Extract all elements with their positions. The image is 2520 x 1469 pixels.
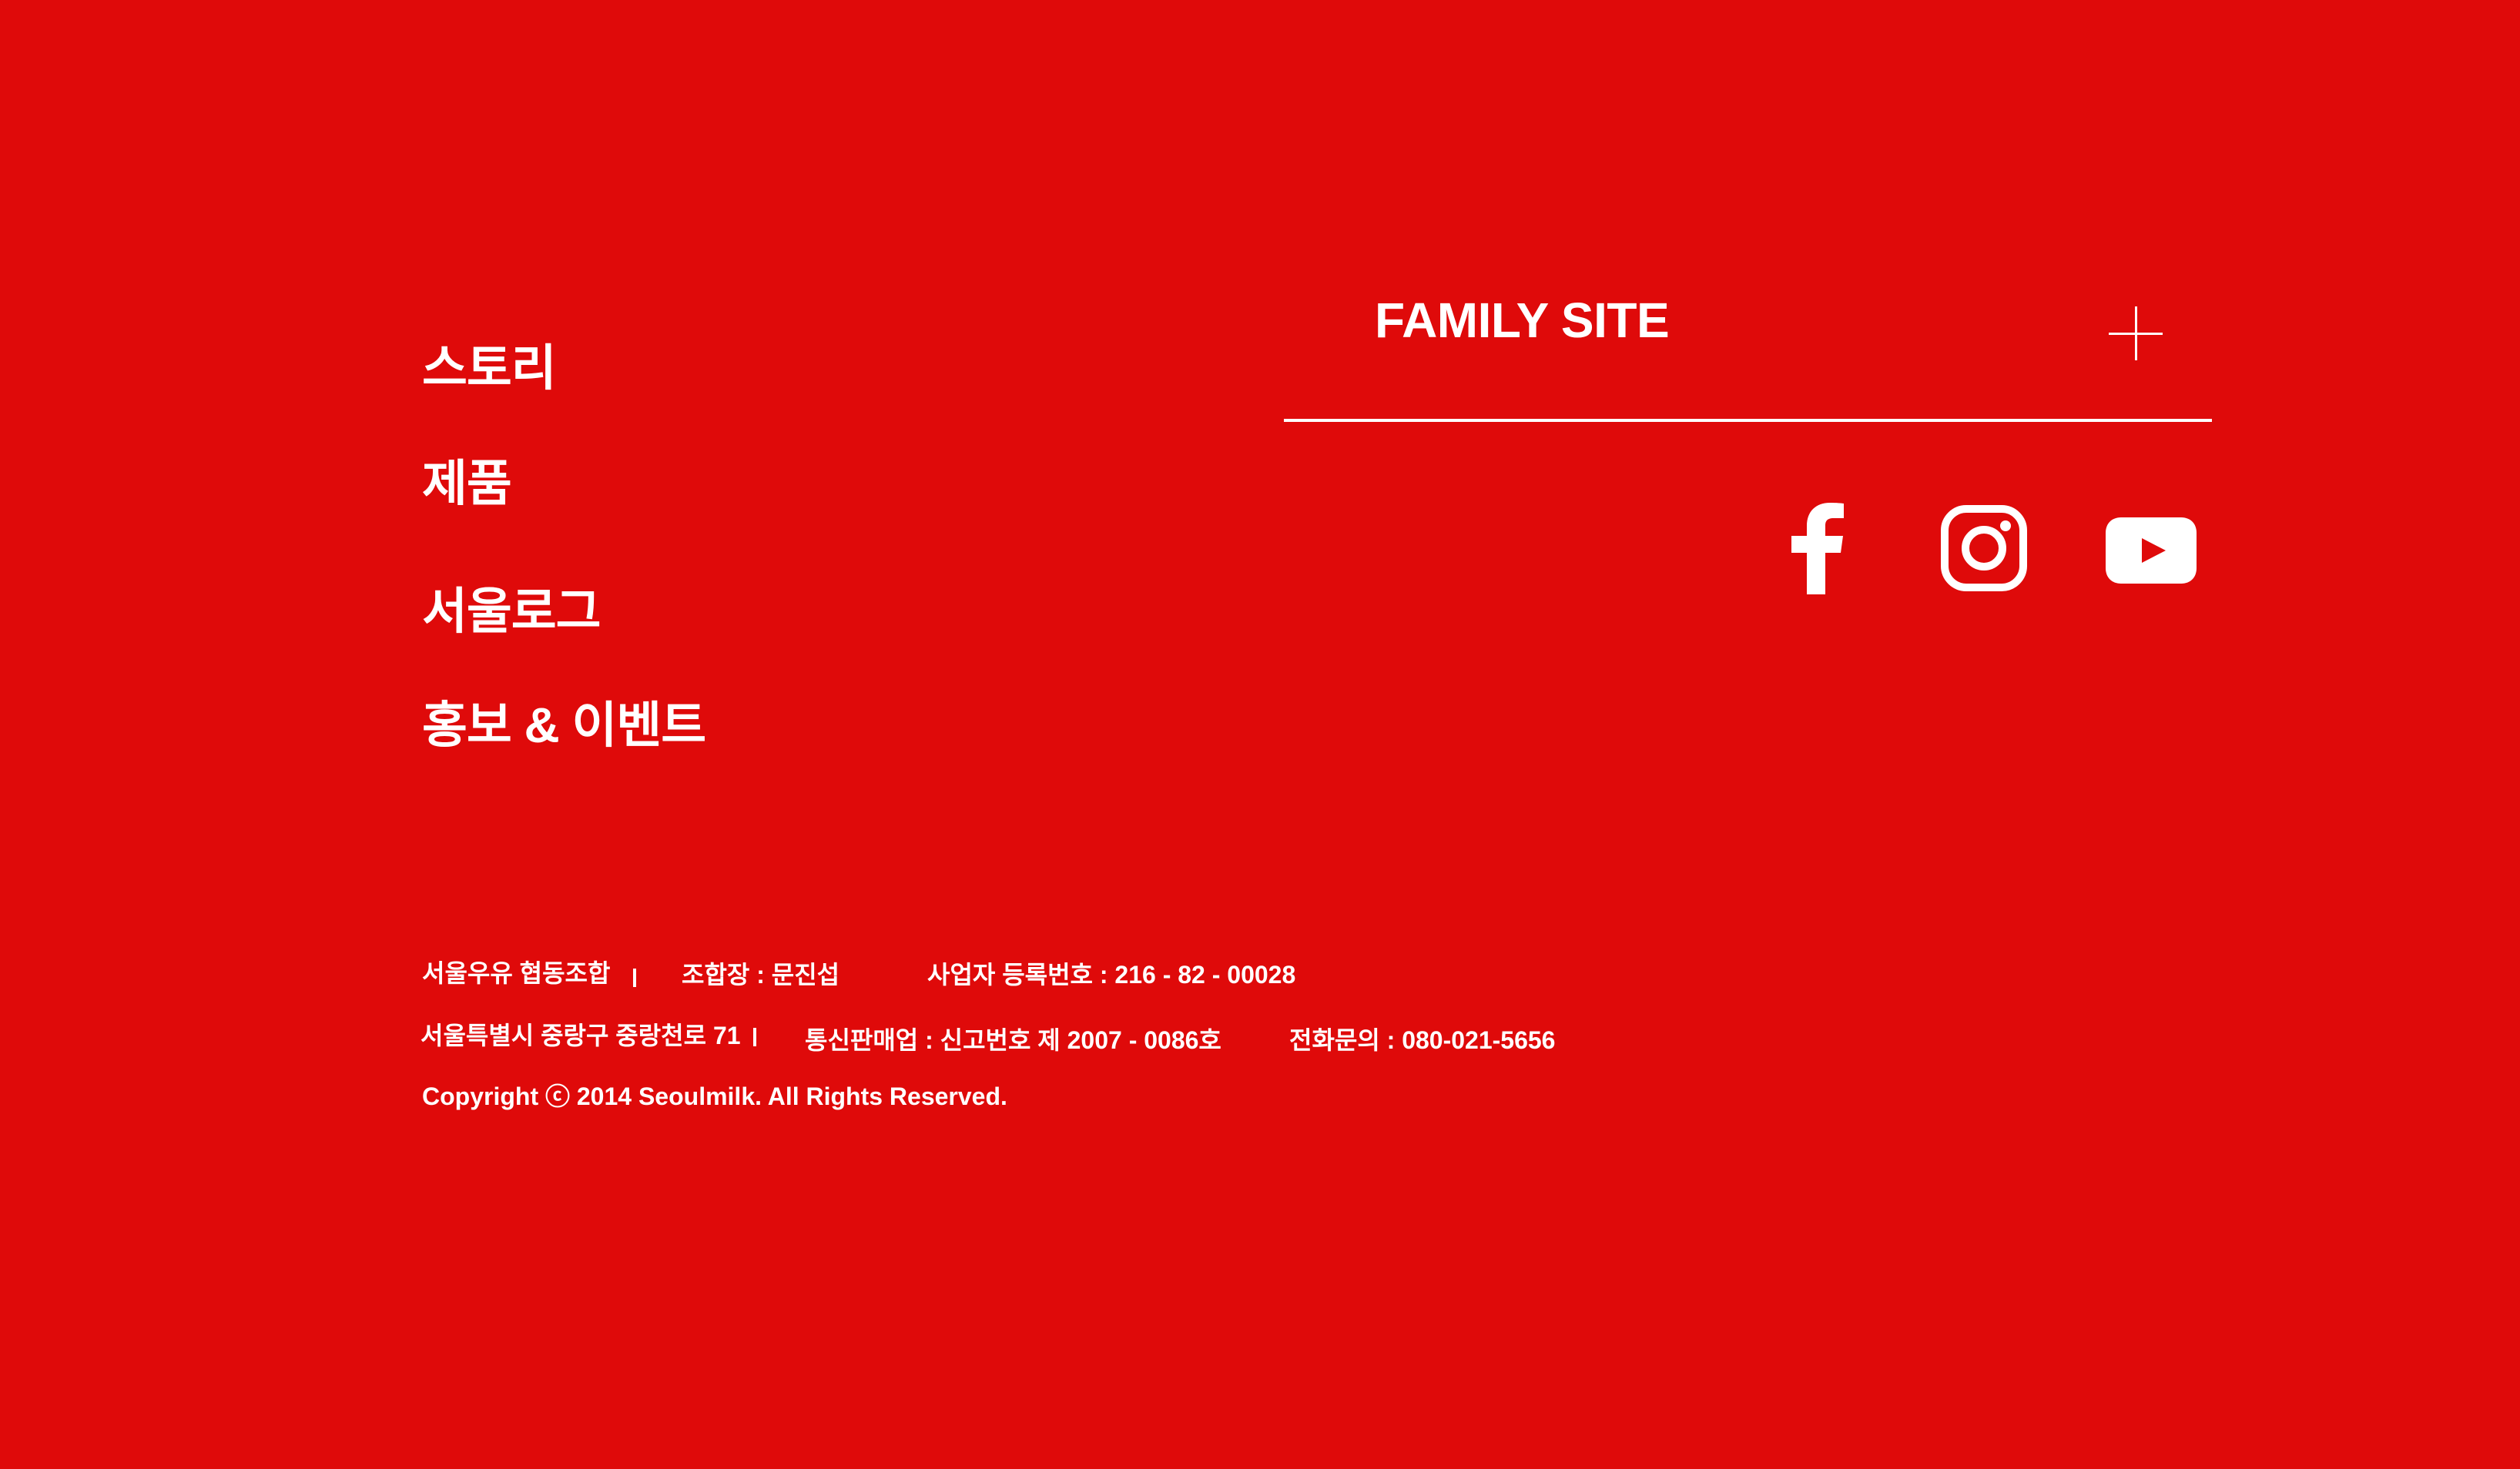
- plus-icon[interactable]: [2109, 306, 2163, 360]
- nav-item-story[interactable]: 스토리: [422, 343, 557, 393]
- facebook-icon-graphic: [1791, 503, 1844, 594]
- footer-chairman: 조합장 : 문진섭: [682, 961, 840, 989]
- footer-company-name: 서울우유 협동조합: [422, 959, 611, 987]
- footer-copyright: Copyright ⓒ 2014 Seoulmilk. All Rights R…: [422, 1083, 1007, 1110]
- nav-item-promotion-events[interactable]: 홍보 & 이벤트: [422, 701, 706, 750]
- family-site-label: FAMILY SITE: [1375, 293, 1670, 348]
- footer-separator: [633, 969, 636, 987]
- footer-business-registration: 사업자 등록번호 : 216 - 82 - 00028: [927, 961, 1296, 989]
- footer-separator: [753, 1028, 756, 1046]
- family-site-dropdown[interactable]: FAMILY SITE: [1284, 277, 2212, 422]
- nav-item-products[interactable]: 제품: [422, 459, 512, 508]
- footer-mail-order-registration: 통신판매업 : 신고번호 제 2007 - 0086호: [805, 1026, 1221, 1054]
- instagram-icon[interactable]: [1941, 505, 2027, 591]
- footer-address: 서울특별시 중랑구 중랑천로 71: [421, 1022, 741, 1049]
- youtube-icon-graphic: [2106, 517, 2197, 584]
- footer-phone: 전화문의 : 080-021-5656: [1289, 1026, 1556, 1054]
- instagram-icon-graphic: [1941, 505, 2027, 591]
- nav-item-seoullog[interactable]: 서울로그: [422, 587, 602, 636]
- facebook-icon[interactable]: [1785, 502, 1847, 594]
- youtube-icon[interactable]: [2106, 517, 2197, 584]
